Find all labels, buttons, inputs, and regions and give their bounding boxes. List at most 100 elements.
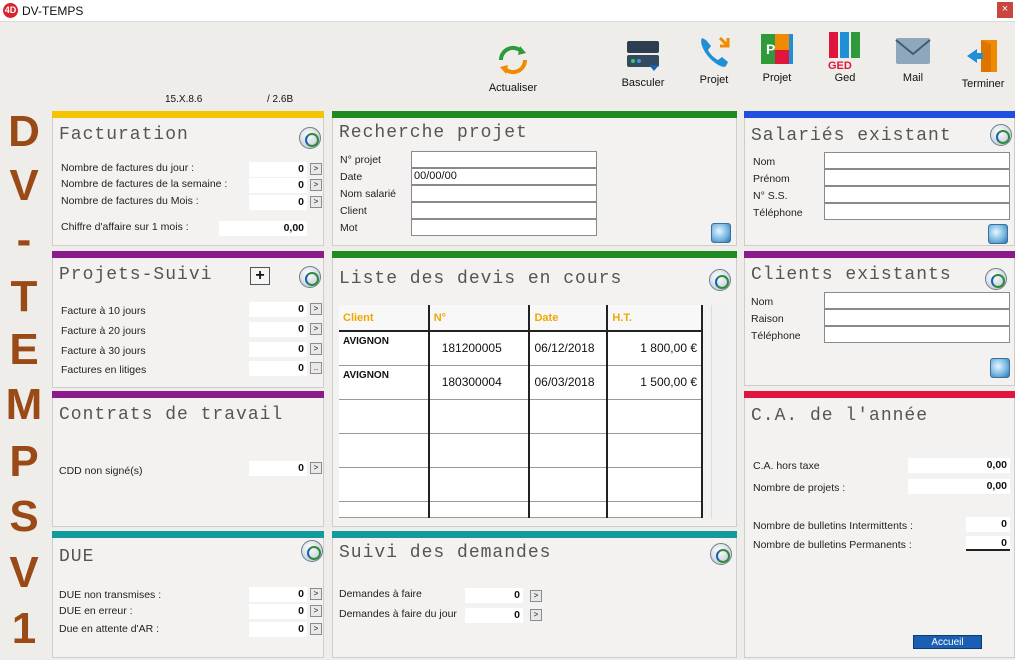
mail-button[interactable]: Mail: [890, 30, 936, 84]
ca-panel: C.A. de l'année C.A. hors taxe 0,00 Nomb…: [744, 391, 1015, 658]
accueil-button[interactable]: Accueil: [913, 635, 982, 649]
app-logo-icon: 4D: [3, 3, 18, 18]
due-attente-arrow-button[interactable]: >: [310, 623, 322, 635]
ged-logo-text: GED: [828, 60, 852, 70]
due-erreur-arrow-button[interactable]: >: [310, 605, 322, 617]
refresh-arrow-icon[interactable]: [985, 268, 1007, 290]
suivi-panel: Suivi des demandes Demandes à faire 0 > …: [332, 531, 737, 658]
refresh-arrow-icon[interactable]: [299, 127, 321, 149]
cdd-arrow-button[interactable]: >: [310, 462, 322, 474]
title-bar: 4D DV-TEMPS ×: [0, 0, 1015, 22]
devis-scrollbar[interactable]: [711, 305, 727, 519]
actualiser-label: Actualiser: [488, 82, 538, 94]
devis-bar: [332, 251, 737, 258]
facture-20-value: 0: [249, 322, 307, 337]
due-non-transmises-arrow-button[interactable]: >: [310, 588, 322, 600]
contrats-panel: Contrats de travail CDD non signé(s) 0 >: [52, 391, 324, 527]
demandes-jour-arrow-button[interactable]: >: [530, 609, 542, 621]
due-erreur-label: DUE en erreur :: [59, 605, 133, 617]
client-raison-input[interactable]: [824, 309, 1010, 326]
salarie-tel-label: Téléphone: [753, 207, 803, 219]
factures-semaine-value: 0: [249, 178, 307, 193]
projet-label: Projet: [762, 72, 792, 84]
facturation-title: Facturation: [59, 125, 189, 145]
table-row[interactable]: [339, 399, 703, 434]
salarie-tel-input[interactable]: [824, 203, 1010, 220]
factures-mois-arrow-button[interactable]: >: [310, 196, 322, 208]
salarie-ss-input[interactable]: [824, 186, 1010, 203]
col-client[interactable]: Client: [339, 305, 430, 332]
contrats-bar: [52, 391, 324, 398]
salarie-nom-input[interactable]: [824, 152, 1010, 169]
client-tel-input[interactable]: [824, 326, 1010, 343]
refresh-arrow-icon[interactable]: [301, 540, 323, 562]
recherche-title: Recherche projet: [339, 123, 528, 143]
projet-phone-button[interactable]: Projet: [691, 32, 737, 86]
col-ht[interactable]: H.T.: [607, 305, 703, 332]
magnifier-icon[interactable]: [990, 358, 1010, 378]
mail-icon: [893, 30, 933, 70]
table-row[interactable]: AVIGNON 181200005 06/12/2018 1 800,00 €: [339, 331, 703, 366]
table-row[interactable]: [339, 467, 703, 502]
due-non-transmises-label: DUE non transmises :: [59, 589, 162, 601]
suivi-title: Suivi des demandes: [339, 543, 552, 563]
due-title: DUE: [59, 547, 95, 567]
due-bar: [52, 531, 324, 538]
col-date[interactable]: Date: [529, 305, 609, 332]
refresh-arrow-icon[interactable]: [710, 543, 732, 565]
projet-button[interactable]: P Projet: [754, 30, 800, 84]
salarie-nom-label: Nom: [753, 156, 776, 168]
refresh-arrow-icon[interactable]: [990, 124, 1012, 146]
mot-input[interactable]: [411, 219, 597, 236]
bulletins-intermittents-value: 0: [966, 517, 1010, 532]
devis-panel: Liste des devis en cours Client N° Date …: [332, 251, 737, 527]
terminer-button[interactable]: Terminer: [957, 36, 1009, 90]
factures-jour-label: Nombre de factures du jour :: [61, 162, 195, 174]
factures-jour-arrow-button[interactable]: >: [310, 163, 322, 175]
due-erreur-value: 0: [249, 604, 307, 619]
ged-label: Ged: [834, 72, 856, 84]
facture-30-label: Facture à 30 jours: [61, 345, 146, 357]
clients-title: Clients existants: [751, 265, 952, 285]
facture-10-arrow-button[interactable]: >: [310, 303, 322, 315]
refresh-arrow-icon[interactable]: [709, 269, 731, 291]
client-raison-label: Raison: [751, 313, 784, 325]
salarie-ss-label: N° S.S.: [753, 190, 788, 202]
table-row[interactable]: AVIGNON 180300004 06/03/2018 1 500,00 €: [339, 365, 703, 400]
salarie-prenom-input[interactable]: [824, 169, 1010, 186]
num-projet-input[interactable]: [411, 151, 597, 168]
side-letter: D: [8, 107, 40, 156]
due-attente-value: 0: [249, 622, 307, 637]
nom-salarie-input[interactable]: [411, 185, 597, 202]
salaries-panel: Salariés existant Nom Prénom N° S.S. Tél…: [744, 111, 1015, 246]
table-row[interactable]: [339, 433, 703, 468]
cell-numero: 181200005: [428, 331, 531, 366]
client-nom-input[interactable]: [824, 292, 1010, 309]
factures-litiges-button[interactable]: ..: [310, 362, 322, 374]
close-icon[interactable]: ×: [997, 2, 1013, 18]
facture-10-label: Facture à 10 jours: [61, 305, 146, 317]
client-input[interactable]: [411, 202, 597, 219]
table-row[interactable]: [339, 501, 703, 518]
chiffre-affaire-value: 0,00: [219, 221, 307, 236]
add-project-button[interactable]: +: [250, 267, 270, 285]
facture-20-arrow-button[interactable]: >: [310, 323, 322, 335]
demandes-faire-arrow-button[interactable]: >: [530, 590, 542, 602]
ged-button[interactable]: GED Ged: [822, 30, 868, 84]
factures-semaine-arrow-button[interactable]: >: [310, 179, 322, 191]
phone-icon: [694, 32, 734, 72]
actualiser-button[interactable]: Actualiser: [485, 40, 541, 94]
date-input[interactable]: 00/00/00: [411, 168, 597, 185]
basculer-button[interactable]: Basculer: [617, 35, 669, 89]
cell-ht: 1 500,00 €: [607, 365, 703, 400]
side-letter: P: [9, 437, 39, 486]
cell-client: AVIGNON: [339, 365, 430, 400]
facture-30-arrow-button[interactable]: >: [310, 343, 322, 355]
client-nom-label: Nom: [751, 296, 774, 308]
col-numero[interactable]: N°: [428, 305, 531, 332]
demandes-faire-value: 0: [465, 588, 523, 603]
magnifier-icon[interactable]: [711, 223, 731, 243]
refresh-arrow-icon[interactable]: [299, 266, 321, 288]
cell-date: 06/12/2018: [529, 331, 609, 366]
magnifier-icon[interactable]: [988, 224, 1008, 244]
